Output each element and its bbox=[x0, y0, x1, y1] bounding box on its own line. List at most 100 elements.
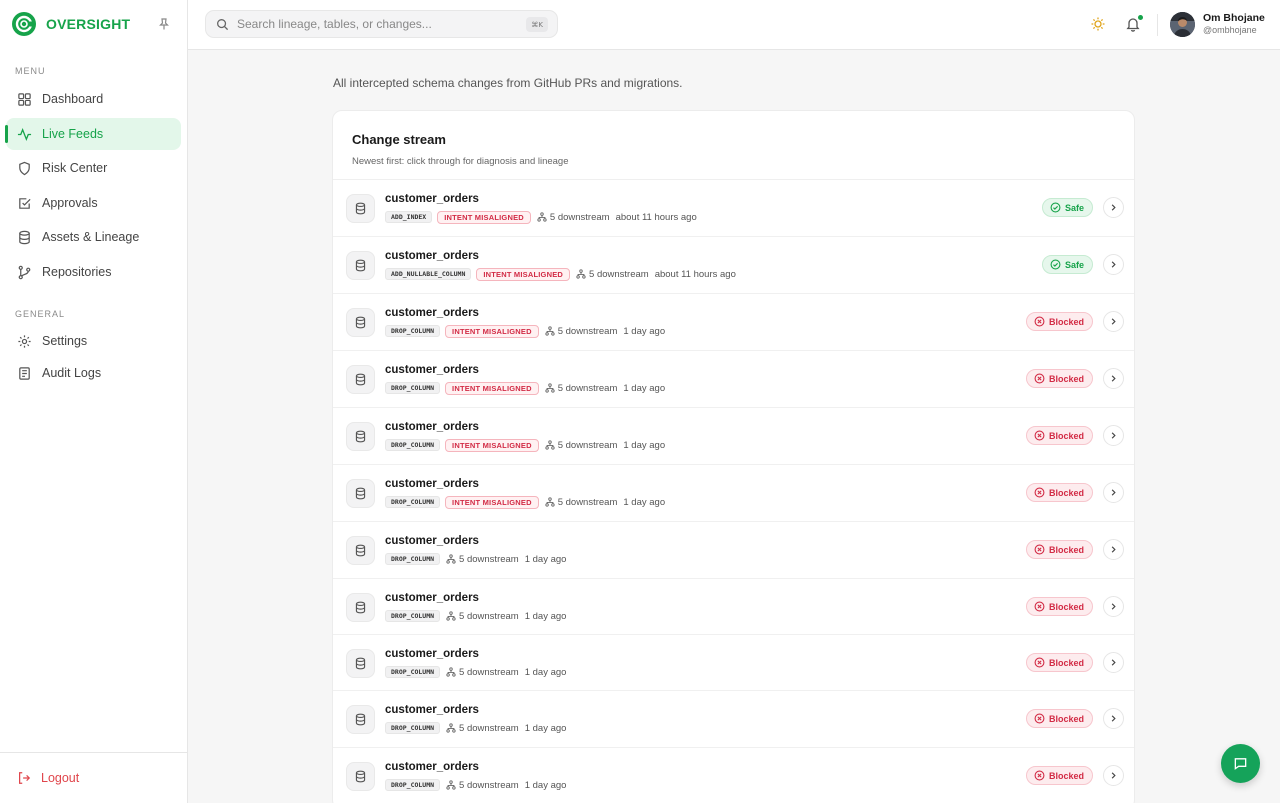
change-timestamp: 1 day ago bbox=[524, 722, 567, 734]
sidebar-item-label: Live Feeds bbox=[42, 127, 104, 141]
user-handle: @ombhojane bbox=[1203, 25, 1257, 35]
intent-misaligned-tag: INTENT MISALIGNED bbox=[445, 438, 539, 452]
sidebar-item-dashboard[interactable]: Dashboard bbox=[6, 83, 181, 115]
table-name[interactable]: customer_orders bbox=[385, 250, 479, 262]
open-details-button[interactable] bbox=[1103, 368, 1124, 389]
hierarchy-icon bbox=[446, 667, 456, 677]
sidebar-item-audit-logs[interactable]: Audit Logs bbox=[6, 357, 181, 389]
avatar[interactable] bbox=[1170, 12, 1195, 37]
table-name[interactable]: customer_orders bbox=[385, 364, 479, 376]
table-name[interactable]: customer_orders bbox=[385, 704, 479, 716]
change-meta: DROP_COLUMN INTENT MISALIGNED 5 downstre… bbox=[385, 438, 665, 452]
status-badge: Safe bbox=[1041, 198, 1093, 217]
sidebar: OVERSIGHT MENU Dashboard Live Feeds Risk… bbox=[0, 0, 188, 803]
change-timestamp: 1 day ago bbox=[524, 779, 567, 791]
change-meta: DROP_COLUMN 5 downstream 1 day ago bbox=[385, 721, 566, 735]
change-row[interactable]: customer_orders DROP_COLUMN 5 downstream… bbox=[333, 579, 1134, 635]
change-row[interactable]: customer_orders DROP_COLUMN 5 downstream… bbox=[333, 635, 1134, 691]
table-name[interactable]: customer_orders bbox=[385, 307, 479, 319]
sidebar-item-risk-center[interactable]: Risk Center bbox=[6, 152, 181, 184]
top-header: ⌘K Om Bhojane @ombhojane bbox=[188, 0, 1280, 50]
sidebar-item-label: Risk Center bbox=[42, 161, 108, 175]
open-details-button[interactable] bbox=[1103, 197, 1124, 218]
chevron-right-icon bbox=[1111, 546, 1116, 553]
card-title: Change stream bbox=[352, 132, 446, 147]
change-row[interactable]: customer_orders DROP_COLUMN 5 downstream… bbox=[333, 522, 1134, 579]
downstream-count: 5 downstream bbox=[545, 326, 617, 337]
status-badge: Blocked bbox=[1025, 483, 1093, 502]
logout-button[interactable]: Logout bbox=[17, 771, 79, 785]
table-name[interactable]: customer_orders bbox=[385, 421, 479, 433]
check-square-icon bbox=[19, 197, 31, 209]
chat-icon bbox=[1234, 758, 1247, 770]
search-shortcut: ⌘K bbox=[526, 17, 548, 32]
brand[interactable]: OVERSIGHT bbox=[12, 12, 130, 36]
notification-dot bbox=[1138, 15, 1143, 20]
change-row[interactable]: customer_orders DROP_COLUMN INTENT MISAL… bbox=[333, 294, 1134, 351]
change-row[interactable]: customer_orders DROP_COLUMN 5 downstream… bbox=[333, 748, 1134, 803]
table-name[interactable]: customer_orders bbox=[385, 193, 479, 205]
logs-icon bbox=[19, 366, 30, 380]
change-timestamp: 1 day ago bbox=[623, 382, 666, 394]
table-name[interactable]: customer_orders bbox=[385, 478, 479, 490]
open-details-button[interactable] bbox=[1103, 311, 1124, 332]
chat-button[interactable] bbox=[1221, 744, 1260, 783]
change-row[interactable]: customer_orders DROP_COLUMN INTENT MISAL… bbox=[333, 351, 1134, 408]
chevron-right-icon bbox=[1111, 489, 1116, 496]
change-timestamp: 1 day ago bbox=[524, 553, 567, 565]
change-type-tag: DROP_COLUMN bbox=[385, 325, 441, 337]
downstream-count: 5 downstream bbox=[446, 667, 519, 678]
open-details-button[interactable] bbox=[1103, 539, 1124, 560]
sidebar-item-live-feeds[interactable]: Live Feeds bbox=[5, 118, 181, 150]
table-icon-box bbox=[346, 536, 375, 565]
change-timestamp: 1 day ago bbox=[524, 666, 567, 678]
avatar-image bbox=[1170, 12, 1195, 37]
change-meta: DROP_COLUMN INTENT MISALIGNED 5 downstre… bbox=[385, 381, 665, 395]
change-row[interactable]: customer_orders DROP_COLUMN 5 downstream… bbox=[333, 691, 1134, 748]
table-name[interactable]: customer_orders bbox=[385, 761, 479, 773]
status-label: Blocked bbox=[1048, 487, 1084, 498]
x-circle-icon bbox=[1034, 430, 1045, 441]
change-timestamp: 1 day ago bbox=[524, 610, 567, 622]
x-circle-icon bbox=[1034, 601, 1045, 612]
search-input[interactable] bbox=[237, 17, 517, 31]
table-name[interactable]: customer_orders bbox=[385, 592, 479, 604]
status-label: Blocked bbox=[1048, 657, 1084, 668]
card-subtitle: Newest first: click through for diagnosi… bbox=[352, 156, 569, 167]
sun-icon[interactable] bbox=[1090, 16, 1106, 32]
sidebar-item-settings[interactable]: Settings bbox=[6, 325, 181, 357]
open-details-button[interactable] bbox=[1103, 425, 1124, 446]
open-details-button[interactable] bbox=[1103, 765, 1124, 786]
table-icon-box bbox=[346, 365, 375, 394]
activity-icon bbox=[17, 127, 32, 141]
change-type-tag: DROP_COLUMN bbox=[385, 553, 441, 565]
hierarchy-icon bbox=[446, 780, 456, 790]
table-name[interactable]: customer_orders bbox=[385, 648, 479, 660]
table-name[interactable]: customer_orders bbox=[385, 535, 479, 547]
open-details-button[interactable] bbox=[1103, 652, 1124, 673]
change-row[interactable]: customer_orders DROP_COLUMN INTENT MISAL… bbox=[333, 408, 1134, 465]
sidebar-footer: Logout bbox=[0, 752, 188, 803]
status-badge: Blocked bbox=[1025, 312, 1093, 331]
change-row[interactable]: customer_orders DROP_COLUMN INTENT MISAL… bbox=[333, 465, 1134, 522]
change-row[interactable]: customer_orders ADD_NULLABLE_COLUMN INTE… bbox=[333, 237, 1134, 294]
status-badge: Blocked bbox=[1025, 766, 1093, 785]
sidebar-item-approvals[interactable]: Approvals bbox=[6, 187, 181, 219]
status-label: Blocked bbox=[1048, 544, 1084, 555]
search-bar[interactable]: ⌘K bbox=[205, 10, 558, 38]
sidebar-item-assets-lineage[interactable]: Assets & Lineage bbox=[6, 221, 181, 253]
downstream-label: 5 downstream bbox=[459, 666, 519, 678]
table-icon-box bbox=[346, 251, 375, 280]
open-details-button[interactable] bbox=[1103, 254, 1124, 275]
pin-icon[interactable] bbox=[157, 17, 171, 31]
open-details-button[interactable] bbox=[1103, 708, 1124, 729]
change-type-tag: DROP_COLUMN bbox=[385, 439, 441, 451]
change-row[interactable]: customer_orders ADD_INDEX INTENT MISALIG… bbox=[333, 180, 1134, 237]
database-icon bbox=[355, 601, 366, 614]
sidebar-item-repositories[interactable]: Repositories bbox=[6, 256, 181, 288]
page-subtitle: All intercepted schema changes from GitH… bbox=[333, 76, 683, 90]
open-details-button[interactable] bbox=[1103, 596, 1124, 617]
open-details-button[interactable] bbox=[1103, 482, 1124, 503]
status-label: Blocked bbox=[1048, 373, 1084, 384]
general-section-label: GENERAL bbox=[15, 309, 66, 319]
